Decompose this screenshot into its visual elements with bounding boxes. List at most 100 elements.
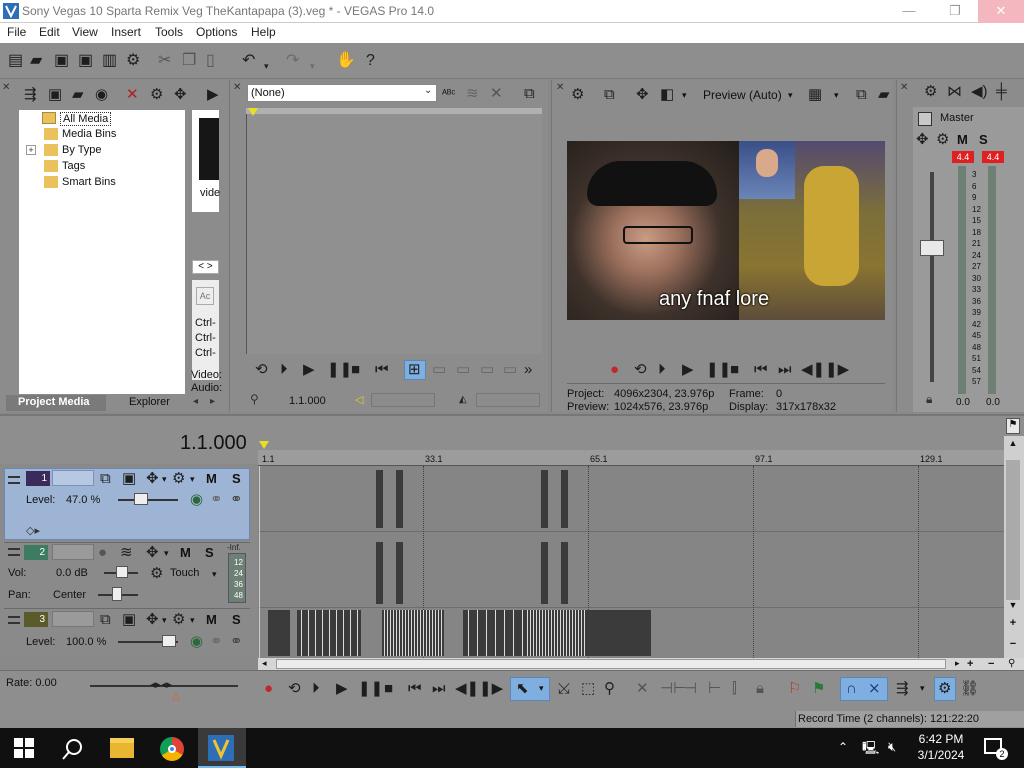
open-icon[interactable]: ▰: [30, 52, 42, 70]
search-icon[interactable]: [62, 738, 84, 760]
save-as-icon[interactable]: ▣: [78, 52, 93, 70]
tree-item-tags[interactable]: Tags: [62, 160, 85, 172]
compositing-mode-icon[interactable]: ✥: [146, 471, 159, 487]
insert-marker-icon[interactable]: ⚐: [788, 681, 801, 697]
pause-icon[interactable]: ❚❚: [327, 362, 352, 378]
loop-playback-icon[interactable]: ⟲: [288, 681, 301, 697]
audio-clip[interactable]: [376, 542, 383, 604]
play-icon[interactable]: ▶: [336, 681, 348, 697]
downmix-icon[interactable]: ⋈: [947, 84, 962, 100]
track-name-field-2[interactable]: [52, 544, 94, 560]
redo-dropdown-icon[interactable]: ▾: [310, 57, 315, 75]
redo-icon[interactable]: ↷: [286, 52, 299, 70]
video-clip[interactable]: [541, 470, 548, 528]
track-settings-icon[interactable]: ⚙: [172, 471, 185, 487]
trimmer-layout-icon[interactable]: ⧉: [524, 86, 535, 102]
clear-icon[interactable]: ✕: [490, 86, 503, 102]
enable-snapping-icon[interactable]: ✋: [336, 52, 356, 70]
maximize-button[interactable]: ❐: [932, 0, 978, 23]
make-compositing-child-icon[interactable]: ⚭: [230, 634, 243, 650]
keyframe-diamond-icon[interactable]: ◇▸: [26, 524, 40, 537]
menu-options[interactable]: Options: [196, 25, 237, 39]
play-from-start-icon[interactable]: ⏵: [280, 362, 288, 378]
video-clip[interactable]: [268, 610, 290, 656]
web-media-icon[interactable]: ◉: [95, 87, 108, 103]
parent-composite-icon[interactable]: ⚭: [210, 492, 223, 508]
more-controls-icon[interactable]: »: [524, 362, 532, 378]
menu-view[interactable]: View: [72, 25, 98, 39]
video-clip-events[interactable]: [463, 610, 525, 656]
pan-slider[interactable]: [112, 587, 122, 601]
render-as-icon[interactable]: ▥: [102, 52, 117, 70]
video-clip-events[interactable]: [382, 610, 444, 656]
go-to-end-icon[interactable]: ⏭: [432, 681, 446, 697]
track-solo-button-3[interactable]: S: [232, 612, 241, 627]
play-from-start-icon[interactable]: ⏵: [312, 681, 320, 697]
master-solo-button[interactable]: S: [979, 132, 988, 147]
selection-end-field[interactable]: [476, 393, 540, 407]
scroll-up-icon[interactable]: ▲: [1006, 438, 1020, 452]
track-solo-button-2[interactable]: S: [205, 545, 214, 560]
video-clip[interactable]: [587, 610, 651, 656]
insert-region-icon[interactable]: ⚑: [812, 681, 825, 697]
menu-edit[interactable]: Edit: [39, 25, 60, 39]
trim-start-icon[interactable]: ⊣: [684, 681, 697, 697]
preview-fx-icon[interactable]: ◧: [660, 87, 674, 103]
chevron-down-icon[interactable]: ⌄: [424, 85, 432, 96]
track-mute-button-3[interactable]: M: [206, 612, 217, 627]
auto-crossfades-icon[interactable]: ⨯: [868, 681, 881, 697]
go-to-start-icon[interactable]: ⏮: [408, 681, 422, 697]
stop-icon[interactable]: ■: [351, 362, 360, 378]
video-clip-events[interactable]: [525, 610, 587, 656]
undo-dropdown-icon[interactable]: ▾: [264, 57, 269, 75]
automation-settings-icon[interactable]: ⚙: [150, 566, 163, 582]
trim-icon[interactable]: ⊣⊢: [660, 681, 686, 697]
zoom-in-horizontal-icon[interactable]: +: [967, 658, 973, 670]
tree-item-all-media[interactable]: All Media: [60, 112, 112, 126]
clock-date[interactable]: 3/1/2024: [912, 748, 970, 762]
chevron-down-icon[interactable]: ▾: [788, 90, 793, 101]
copy-icon[interactable]: ❐: [182, 52, 196, 70]
start-preview-icon[interactable]: ▶: [207, 87, 219, 103]
marker-flag-icon[interactable]: ⚑: [1006, 418, 1020, 434]
tab-project-media[interactable]: Project Media: [18, 396, 90, 408]
track-solo-button-1[interactable]: S: [232, 471, 241, 486]
chevron-down-icon[interactable]: ▾: [834, 90, 839, 101]
media-properties-icon[interactable]: ⚙: [150, 87, 163, 103]
track-settings-icon[interactable]: ⚙: [172, 612, 185, 628]
envelope-tool-icon[interactable]: ⤩: [558, 681, 570, 697]
trim-end-icon[interactable]: ⊢: [708, 681, 721, 697]
lock-icon[interactable]: 🔒︎: [926, 392, 932, 407]
loop-playback-icon[interactable]: ⟲: [634, 362, 647, 378]
arm-for-record-icon[interactable]: ●: [98, 545, 107, 561]
loop-playback-icon[interactable]: ⟲: [255, 362, 268, 378]
video-clip[interactable]: [396, 470, 403, 528]
tree-item-by-type[interactable]: By Type: [62, 144, 102, 156]
stop-icon[interactable]: ■: [730, 362, 739, 378]
remove-media-icon[interactable]: ✕: [126, 87, 139, 103]
pause-icon[interactable]: ❚❚: [358, 681, 383, 697]
get-media-icon[interactable]: ▰: [72, 87, 84, 103]
zoom-out-vertical-icon[interactable]: −: [1006, 638, 1020, 652]
master-fader-handle[interactable]: [920, 240, 944, 256]
spellcheck-icon[interactable]: ᴬᴮᶜ: [442, 86, 455, 102]
vertical-scroll-thumb[interactable]: [1006, 460, 1020, 600]
previous-frame-icon[interactable]: ◀❚: [455, 681, 479, 697]
chevron-down-icon[interactable]: ▾: [920, 683, 925, 694]
level-slider-3[interactable]: [162, 635, 176, 647]
chevron-down-icon[interactable]: ▾: [539, 683, 544, 694]
lock-icon[interactable]: 🔒︎: [756, 681, 764, 697]
track-motion-icon[interactable]: ⧉: [100, 471, 111, 487]
ignore-grouping-icon[interactable]: ⛓: [960, 681, 979, 697]
track-mute-button-2[interactable]: M: [180, 545, 191, 560]
master-fx-icon[interactable]: ✥: [916, 132, 929, 148]
go-to-end-icon[interactable]: ⏭: [778, 362, 792, 378]
what-is-this-help-icon[interactable]: ?: [366, 52, 375, 70]
chevron-down-icon[interactable]: ▾: [212, 569, 217, 580]
minimize-button[interactable]: —: [886, 0, 932, 23]
fade-color-icon[interactable]: ◉: [190, 634, 203, 650]
peak-left[interactable]: 4.4: [952, 151, 974, 163]
playhead[interactable]: [259, 466, 260, 658]
audio-clip[interactable]: [396, 542, 403, 604]
panel-close-icon[interactable]: ✕: [2, 82, 12, 94]
